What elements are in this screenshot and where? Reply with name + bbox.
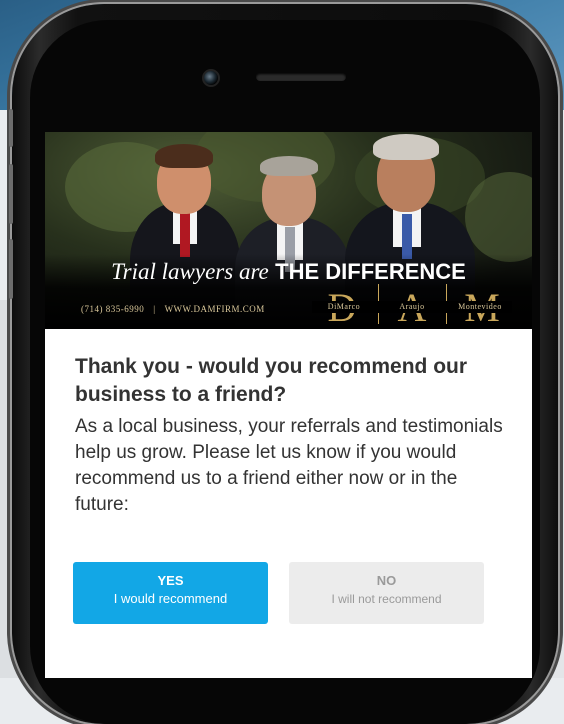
recommend-yes-button[interactable]: YES I would recommend (73, 562, 268, 624)
earpiece-speaker (256, 73, 346, 81)
tagline-bold-text: THE DIFFERENCE (275, 259, 466, 284)
website-url: WWW.DAMFIRM.COM (164, 304, 265, 314)
contact-separator: | (153, 304, 156, 314)
phone-volume-down-button (9, 239, 13, 299)
banner-contact-line: (714) 835-6990 | WWW.DAMFIRM.COM (81, 304, 265, 314)
logo-name-dimarco: DiMarco (327, 302, 361, 311)
tie-shape (402, 214, 412, 259)
front-camera-icon (202, 69, 220, 87)
phone-number: (714) 835-6990 (81, 304, 145, 314)
hair-shape (155, 144, 213, 168)
tie-shape (180, 212, 190, 257)
firm-logo: D A M DiMarco Araujo Montevideo (312, 282, 512, 328)
hair-shape (373, 134, 439, 160)
phone-screen: Trial lawyers are THE DIFFERENCE (714) 8… (45, 132, 532, 678)
survey-title: Thank you - would you recommend our busi… (75, 355, 468, 406)
logo-name-araujo: Araujo (399, 302, 425, 311)
survey-body-text: As a local business, your referrals and … (75, 416, 503, 515)
phone-mute-switch (9, 109, 13, 147)
yes-button-label: YES (157, 573, 184, 588)
phone-volume-up-button (9, 164, 13, 224)
logo-name-montevideo: Montevideo (458, 302, 502, 311)
tagline-italic-text: Trial lawyers are (111, 259, 269, 284)
recommend-no-button[interactable]: NO I will not recommend (289, 562, 484, 624)
no-button-label: NO (376, 573, 397, 588)
logo-names-strip: DiMarco Araujo Montevideo (312, 301, 512, 313)
yes-button-sublabel: I would recommend (113, 591, 228, 606)
no-button-sublabel: I will not recommend (331, 592, 442, 606)
hero-banner: Trial lawyers are THE DIFFERENCE (714) 8… (45, 132, 532, 329)
banner-tagline: Trial lawyers are THE DIFFERENCE (45, 258, 532, 285)
hair-shape (260, 156, 318, 176)
